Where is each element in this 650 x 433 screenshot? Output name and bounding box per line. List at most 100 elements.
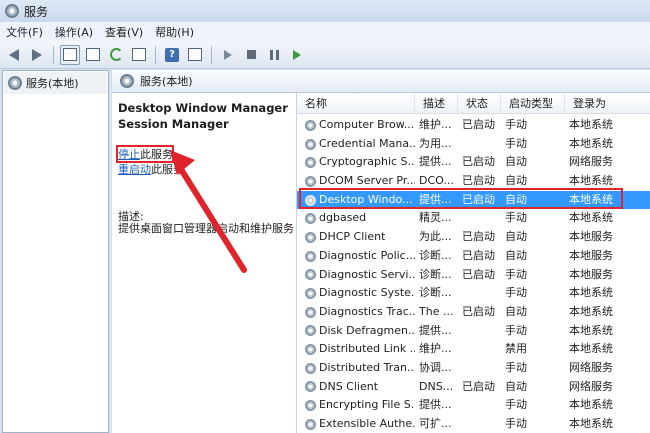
service-name: DHCP Client [319,230,386,244]
menu-help[interactable]: 帮助(H) [155,24,194,40]
restart-service-button[interactable] [287,45,307,65]
column-header-name[interactable]: 名称 ^ [297,93,415,114]
service-name-cell: Cryptographic S... [297,153,415,172]
toolbar-separator [211,45,212,64]
column-header-logon-as[interactable]: 登录为 [565,93,650,114]
service-startup-type-cell: 自动 [505,230,527,244]
stop-service-button[interactable] [241,45,261,65]
refresh-icon [109,48,123,61]
column-header-description[interactable]: 描述 [415,93,458,114]
service-row[interactable]: Distributed Tran... 协调... 手动 网络服务 [297,359,650,378]
service-logon-cell: 本地系统 [569,304,613,318]
service-row[interactable]: Diagnostic Polic... 诊断... 已启动 自动 本地服务 [297,247,650,266]
annotation-box-stop [116,145,174,163]
service-startup-type-cell: 手动 [505,323,527,337]
service-name-cell: Distributed Link ... [297,340,415,359]
service-description-cell: 维护... [419,342,452,356]
properties-button[interactable] [83,45,103,65]
service-status-cell: 已启动 [462,248,495,262]
service-startup-type-cell: 自动 [505,248,527,262]
back-button[interactable] [4,45,24,65]
service-name-cell: Credential Mana... [297,135,415,154]
services-list: 名称 ^ 描述 状态 启动类型 登录为 Computer Brow... 维护..… [296,93,650,433]
service-row[interactable]: Diagnostic Servi... 诊断... 已启动 手动 本地服务 [297,266,650,285]
service-status-cell [458,340,501,359]
column-header-startup-type[interactable]: 启动类型 [501,93,565,114]
service-detail-pane: Desktop Window Manager Session Manager 停… [112,93,296,433]
service-gear-icon [305,400,316,412]
column-header-status[interactable]: 状态 [458,93,501,114]
stop-icon [246,50,256,59]
toolbar-separator [155,45,156,64]
service-logon-cell: 本地系统 [569,136,613,150]
service-status-cell [458,396,501,415]
menu-file[interactable]: 文件(F) [6,24,43,40]
services-pane-title: 服务(本地) [140,75,193,88]
show-action-pane-button[interactable] [185,45,205,65]
refresh-button[interactable] [106,45,126,65]
tree-item-services-local[interactable]: 服务(本地) [4,72,107,94]
service-startup-type-cell: 禁用 [505,342,527,356]
service-row[interactable]: Credential Mana... 为用... 手动 本地系统 [297,135,650,154]
service-row[interactable]: DHCP Client 为此... 已启动 自动 本地服务 [297,228,650,247]
service-description-cell: DNS... [419,379,454,393]
help-button[interactable]: ? [162,45,182,65]
service-row[interactable]: Diagnostic Syste... 诊断... 手动 本地系统 [297,284,650,303]
service-description-cell: 诊断... [419,286,452,300]
services-gear-icon [5,4,19,18]
service-name: Computer Brow... [319,118,415,131]
service-startup-type-cell: 自动 [505,304,527,318]
forward-button[interactable] [27,45,47,65]
service-row[interactable]: dgbased 精灵... 手动 本地系统 [297,209,650,228]
service-row[interactable]: DNS Client DNS... 已启动 自动 网络服务 [297,378,650,397]
service-name: dgbased [319,211,367,225]
service-description-cell: 提供... [419,398,452,412]
service-row[interactable]: Encrypting File S... 提供... 手动 本地系统 [297,396,650,415]
export-list-button[interactable] [129,45,149,65]
menu-action[interactable]: 操作(A) [55,24,93,40]
service-row[interactable]: Disk Defragmen... 提供... 手动 本地系统 [297,322,650,341]
pause-service-button[interactable] [264,45,284,65]
service-logon-cell: 本地系统 [569,398,613,412]
column-status-label: 状态 [466,97,488,110]
restart-service-link[interactable]: 重启动 [118,163,151,176]
service-name-cell: Disk Defragmen... [297,322,415,341]
service-startup-type-cell: 手动 [505,417,527,430]
menu-bar: 文件(F) 操作(A) 查看(V) 帮助(H) [0,22,650,41]
service-startup-type-cell: 手动 [505,211,527,225]
service-row[interactable]: Extensible Authe... 可扩... 手动 本地系统 [297,415,650,433]
service-gear-icon [305,119,316,131]
service-logon-cell: 本地系统 [569,118,613,131]
service-row[interactable]: Distributed Link ... 维护... 禁用 本地系统 [297,340,650,359]
annotation-box-selected-row [299,188,623,209]
service-status-cell: 已启动 [462,155,495,169]
service-gear-icon [305,288,316,300]
service-gear-icon [305,306,316,318]
menu-view[interactable]: 查看(V) [105,24,143,40]
service-name: Diagnostic Polic... [319,248,415,262]
service-name-cell: Diagnostic Syste... [297,284,415,303]
show-hide-tree-button[interactable] [60,44,80,65]
service-gear-icon [305,381,316,393]
service-rows: Computer Brow... 维护... 已启动 手动 本地系统 Credential… [297,116,650,433]
service-gear-icon [305,344,316,356]
service-description-cell: 诊断... [419,248,452,262]
service-row[interactable]: Diagnostics Trac... The ... 已启动 自动 本地系统 [297,303,650,322]
service-startup-type-cell: 手动 [505,286,527,300]
start-service-button[interactable] [218,45,238,65]
toolbar-separator [53,45,54,64]
service-gear-icon [305,175,316,187]
service-startup-type-cell: 手动 [505,136,527,150]
back-arrow-icon [9,48,19,61]
service-status-cell [458,359,501,378]
service-logon-cell: 本地系统 [569,286,613,300]
service-status-cell: 已启动 [462,118,495,131]
service-row[interactable]: Cryptographic S... 提供... 已启动 自动 网络服务 [297,153,650,172]
service-status-cell: 已启动 [462,304,495,318]
service-name: Encrypting File S... [319,398,415,412]
service-row[interactable]: Computer Brow... 维护... 已启动 手动 本地系统 [297,116,650,135]
service-name-cell: DNS Client [297,378,415,397]
service-gear-icon [305,418,316,430]
play-icon [224,49,232,60]
service-description-cell: The ... [419,304,454,318]
